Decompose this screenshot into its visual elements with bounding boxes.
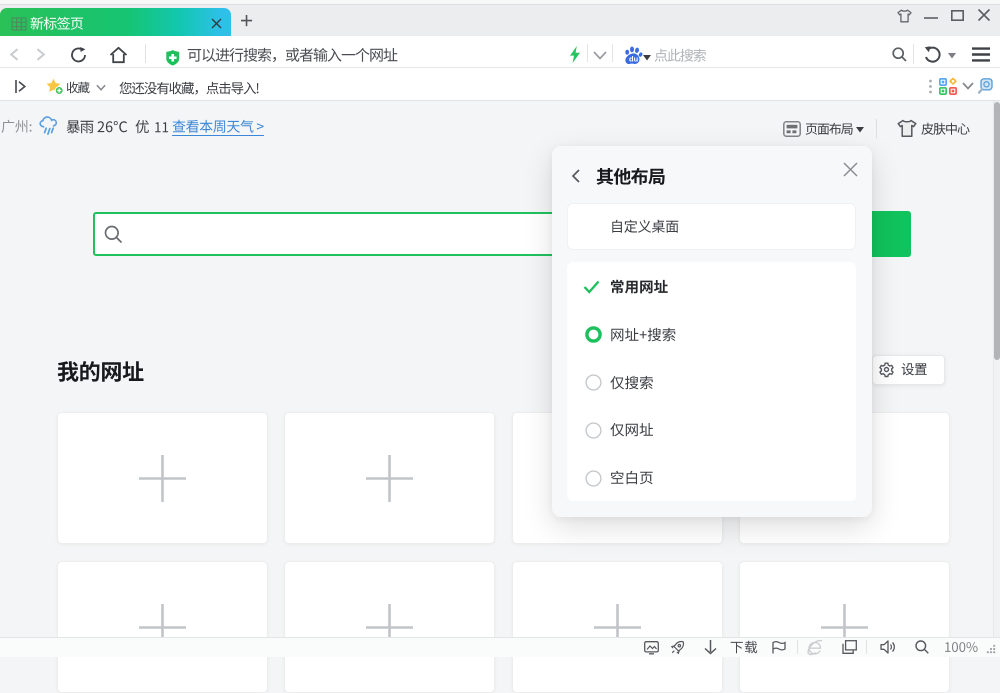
svg-text:du: du <box>629 55 639 64</box>
